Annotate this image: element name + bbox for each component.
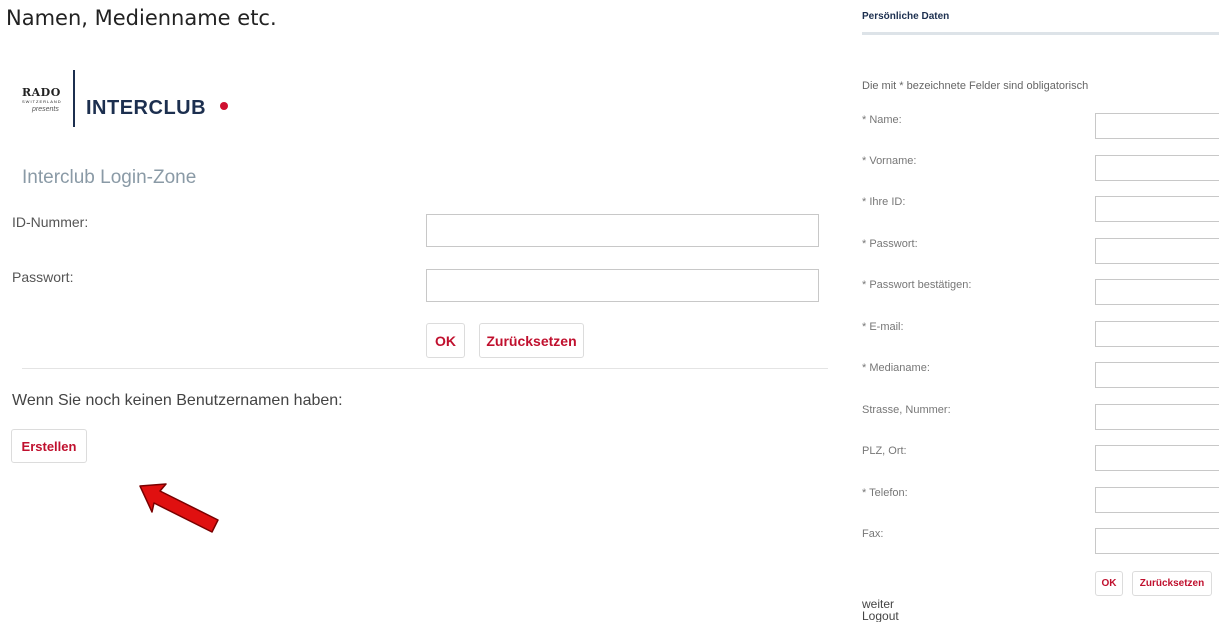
- name-input[interactable]: [1095, 113, 1219, 139]
- rado-tagline: SWITZERLAND: [22, 99, 62, 104]
- field-label-passwort-confirm: * Passwort bestätigen:: [862, 279, 972, 291]
- medianame-input[interactable]: [1095, 362, 1219, 388]
- mandatory-hint: Die mit * bezeichnete Felder sind obliga…: [862, 80, 1089, 92]
- interclub-logo: RADO SWITZERLAND presents INTERCLUB: [22, 70, 228, 128]
- field-label-plz: PLZ, Ort:: [862, 445, 907, 457]
- field-label-strasse: Strasse, Nummer:: [862, 404, 951, 416]
- field-label-medianame: * Medianame:: [862, 362, 930, 374]
- register-prompt: Wenn Sie noch keinen Benutzernamen haben…: [12, 392, 343, 409]
- login-reset-button[interactable]: Zurücksetzen: [479, 323, 584, 358]
- section-divider: [22, 368, 828, 369]
- personal-ok-button[interactable]: OK: [1095, 571, 1123, 596]
- fax-input[interactable]: [1095, 528, 1219, 554]
- arrow-shape: [139, 483, 219, 533]
- login-title: Interclub Login-Zone: [22, 167, 197, 188]
- presents-text: presents: [32, 106, 59, 113]
- email-input[interactable]: [1095, 321, 1219, 347]
- telefon-input[interactable]: [1095, 487, 1219, 513]
- field-label-id: * Ihre ID:: [862, 196, 906, 208]
- field-label-telefon: * Telefon:: [862, 487, 908, 499]
- password-label: Passwort:: [12, 269, 74, 285]
- login-ok-button[interactable]: OK: [426, 323, 465, 358]
- rado-brand: RADO: [22, 86, 61, 99]
- page: Namen, Medienname etc. RADO SWITZERLAND …: [0, 0, 1219, 622]
- title-underline: [862, 32, 1219, 35]
- plz-ort-input[interactable]: [1095, 445, 1219, 471]
- field-label-vorname: * Vorname:: [862, 155, 917, 167]
- field-label-name: * Name:: [862, 114, 902, 126]
- create-account-button[interactable]: Erstellen: [11, 429, 87, 463]
- password-input[interactable]: [426, 269, 819, 302]
- logout-link[interactable]: Logout: [862, 610, 899, 622]
- passwort-confirm-input[interactable]: [1095, 279, 1219, 305]
- personal-reset-button[interactable]: Zurücksetzen: [1132, 571, 1212, 596]
- field-label-email: * E-mail:: [862, 321, 904, 333]
- vorname-input[interactable]: [1095, 155, 1219, 181]
- ihre-id-input[interactable]: [1095, 196, 1219, 222]
- id-number-input[interactable]: [426, 214, 819, 247]
- field-label-fax: Fax:: [862, 528, 884, 540]
- strasse-input[interactable]: [1095, 404, 1219, 430]
- field-label-passwort: * Passwort:: [862, 238, 918, 250]
- logo-divider: [73, 70, 75, 127]
- passwort-input[interactable]: [1095, 238, 1219, 264]
- id-number-label: ID-Nummer:: [12, 214, 89, 230]
- red-arrow-annotation-icon: [139, 483, 219, 533]
- personal-data-title: Persönliche Daten: [862, 11, 950, 22]
- interclub-wordmark: INTERCLUB: [86, 97, 207, 119]
- logo-dot-icon: [220, 102, 228, 110]
- caption-text: Namen, Medienname etc.: [6, 6, 277, 30]
